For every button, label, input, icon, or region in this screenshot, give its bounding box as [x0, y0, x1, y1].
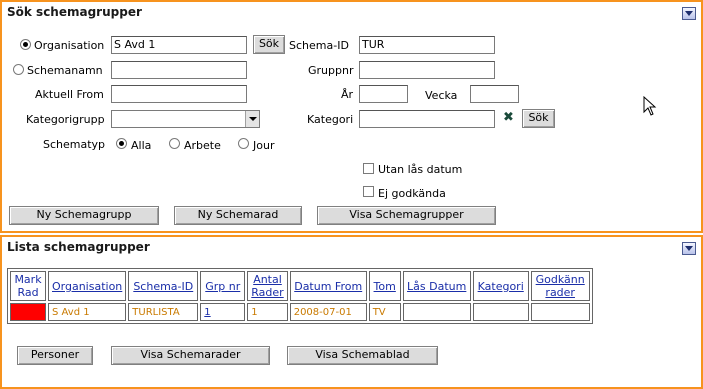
- col-tom[interactable]: Tom: [368, 271, 401, 301]
- schemanamn-input[interactable]: [111, 61, 247, 79]
- personer-button[interactable]: Personer: [17, 346, 93, 365]
- col-las-datum[interactable]: Lås Datum: [402, 271, 471, 301]
- radio-schematyp-arbete[interactable]: [169, 138, 180, 149]
- visa-schemarader-button[interactable]: Visa Schemarader: [111, 346, 270, 365]
- grp-nr-link[interactable]: 1: [204, 307, 210, 318]
- list-panel: Lista schemagrupper Mark Rad Organisatio…: [0, 235, 703, 389]
- search-panel-title: Sök schemagrupper: [7, 5, 142, 19]
- aktuell-from-input[interactable]: [111, 85, 247, 103]
- schema-id-input[interactable]: TUR: [359, 36, 495, 54]
- ar-input[interactable]: [359, 85, 408, 103]
- vecka-label: Vecka: [425, 89, 458, 102]
- grp-nr-cell: 1: [200, 303, 246, 321]
- organisation-label: Organisation: [34, 39, 105, 52]
- collapse-search-icon[interactable]: [682, 7, 696, 20]
- gruppnr-label: Gruppnr: [308, 64, 354, 77]
- organisation-cell: S Avd 1: [48, 303, 127, 321]
- las-datum-cell: [402, 303, 471, 321]
- collapse-list-icon[interactable]: [682, 242, 696, 255]
- kategori-input[interactable]: [359, 110, 495, 128]
- mouse-pointer-icon: [643, 96, 657, 116]
- schematyp-label: Schematyp: [43, 138, 106, 151]
- vecka-input[interactable]: [470, 85, 519, 103]
- schematyp-arbete-label: Arbete: [184, 139, 221, 152]
- ej-godkanda-checkbox[interactable]: [363, 186, 374, 197]
- schematyp-alla-label: Alla: [131, 139, 152, 152]
- col-godkann-rader[interactable]: Godkänn rader: [530, 271, 590, 301]
- search-panel: Sök schemagrupper Organisation S Avd 1 S…: [0, 0, 703, 233]
- col-organisation[interactable]: Organisation: [48, 271, 127, 301]
- utan-las-datum-label: Utan lås datum: [378, 163, 463, 176]
- radio-schematyp-jour[interactable]: [238, 138, 249, 149]
- schemanamn-label: Schemanamn: [27, 64, 103, 77]
- organisation-search-button[interactable]: Sök: [253, 35, 285, 54]
- ny-schemagrupp-button[interactable]: Ny Schemagrupp: [9, 206, 159, 225]
- ej-godkanda-label: Ej godkända: [378, 187, 446, 200]
- aktuell-from-label: Aktuell From: [35, 88, 104, 101]
- radio-organisation[interactable]: [20, 39, 31, 50]
- datum-from-cell: 2008-07-01: [289, 303, 367, 321]
- kategorigrupp-label: Kategorigrupp: [26, 113, 105, 126]
- kategori-label: Kategori: [307, 113, 354, 126]
- ar-label: År: [341, 88, 354, 101]
- kategorigrupp-select[interactable]: [111, 110, 260, 128]
- schematyp-jour-label: Jour: [253, 139, 275, 152]
- col-antal-rader[interactable]: Antal Rader: [247, 271, 288, 301]
- col-datum-from[interactable]: Datum From: [289, 271, 367, 301]
- godkann-cell[interactable]: [530, 303, 590, 321]
- schema-id-cell: TURLISTA: [128, 303, 199, 321]
- table-row[interactable]: S Avd 1 TURLISTA 1 1 2008-07-01 TV: [10, 303, 590, 321]
- radio-schematyp-alla[interactable]: [116, 138, 127, 149]
- kategori-search-button[interactable]: Sök: [522, 109, 555, 128]
- tom-cell: TV: [368, 303, 401, 321]
- gruppnr-input[interactable]: [359, 61, 495, 79]
- schema-id-label: Schema-ID: [289, 39, 349, 52]
- col-schema-id[interactable]: Schema-ID: [128, 271, 199, 301]
- col-mark-rad: Mark Rad: [10, 271, 46, 301]
- organisation-input[interactable]: S Avd 1: [111, 36, 247, 54]
- visa-schemablad-button[interactable]: Visa Schemablad: [287, 346, 438, 365]
- schemagrupper-table: Mark Rad Organisation Schema-ID Grp nr A…: [7, 268, 593, 324]
- list-panel-title: Lista schemagrupper: [7, 240, 150, 254]
- visa-schemagrupper-button[interactable]: Visa Schemagrupper: [317, 206, 496, 225]
- kategori-cell: [472, 303, 529, 321]
- col-kategori[interactable]: Kategori: [472, 271, 529, 301]
- utan-las-datum-checkbox[interactable]: [363, 163, 374, 174]
- ny-schemarad-button[interactable]: Ny Schemarad: [174, 206, 302, 225]
- col-grp-nr[interactable]: Grp nr: [200, 271, 246, 301]
- chevron-down-icon[interactable]: [245, 111, 259, 127]
- antal-rader-cell: 1: [247, 303, 288, 321]
- clear-x-icon[interactable]: ✖: [503, 110, 514, 125]
- radio-schemanamn[interactable]: [13, 64, 24, 75]
- mark-rad-cell[interactable]: [10, 303, 46, 321]
